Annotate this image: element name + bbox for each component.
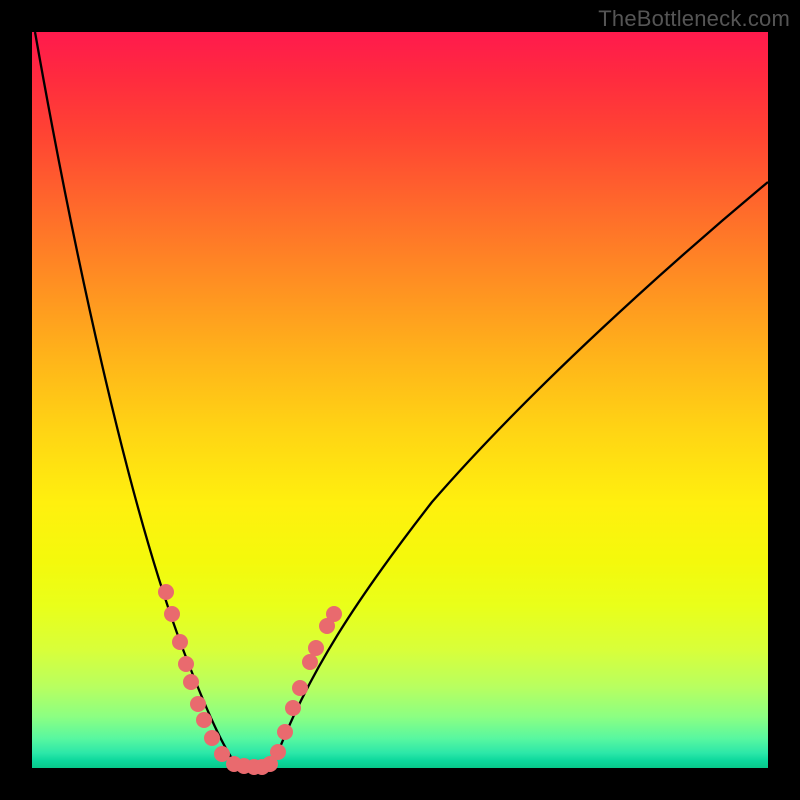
bead	[319, 618, 335, 634]
bead	[164, 606, 180, 622]
curve-left	[35, 32, 239, 768]
chart-stage: TheBottleneck.com	[0, 0, 800, 800]
bead	[308, 640, 324, 656]
bead	[178, 656, 194, 672]
bead	[302, 654, 318, 670]
bead	[196, 712, 212, 728]
bead	[183, 674, 199, 690]
bead	[277, 724, 293, 740]
bead	[292, 680, 308, 696]
curve-right	[272, 182, 768, 768]
bead	[158, 584, 174, 600]
watermark-text: TheBottleneck.com	[598, 6, 790, 32]
bead	[254, 759, 270, 775]
curve-layer	[32, 32, 768, 768]
bead	[285, 700, 301, 716]
bead	[190, 696, 206, 712]
beads-group	[158, 584, 342, 775]
bead	[172, 634, 188, 650]
bead	[204, 730, 220, 746]
